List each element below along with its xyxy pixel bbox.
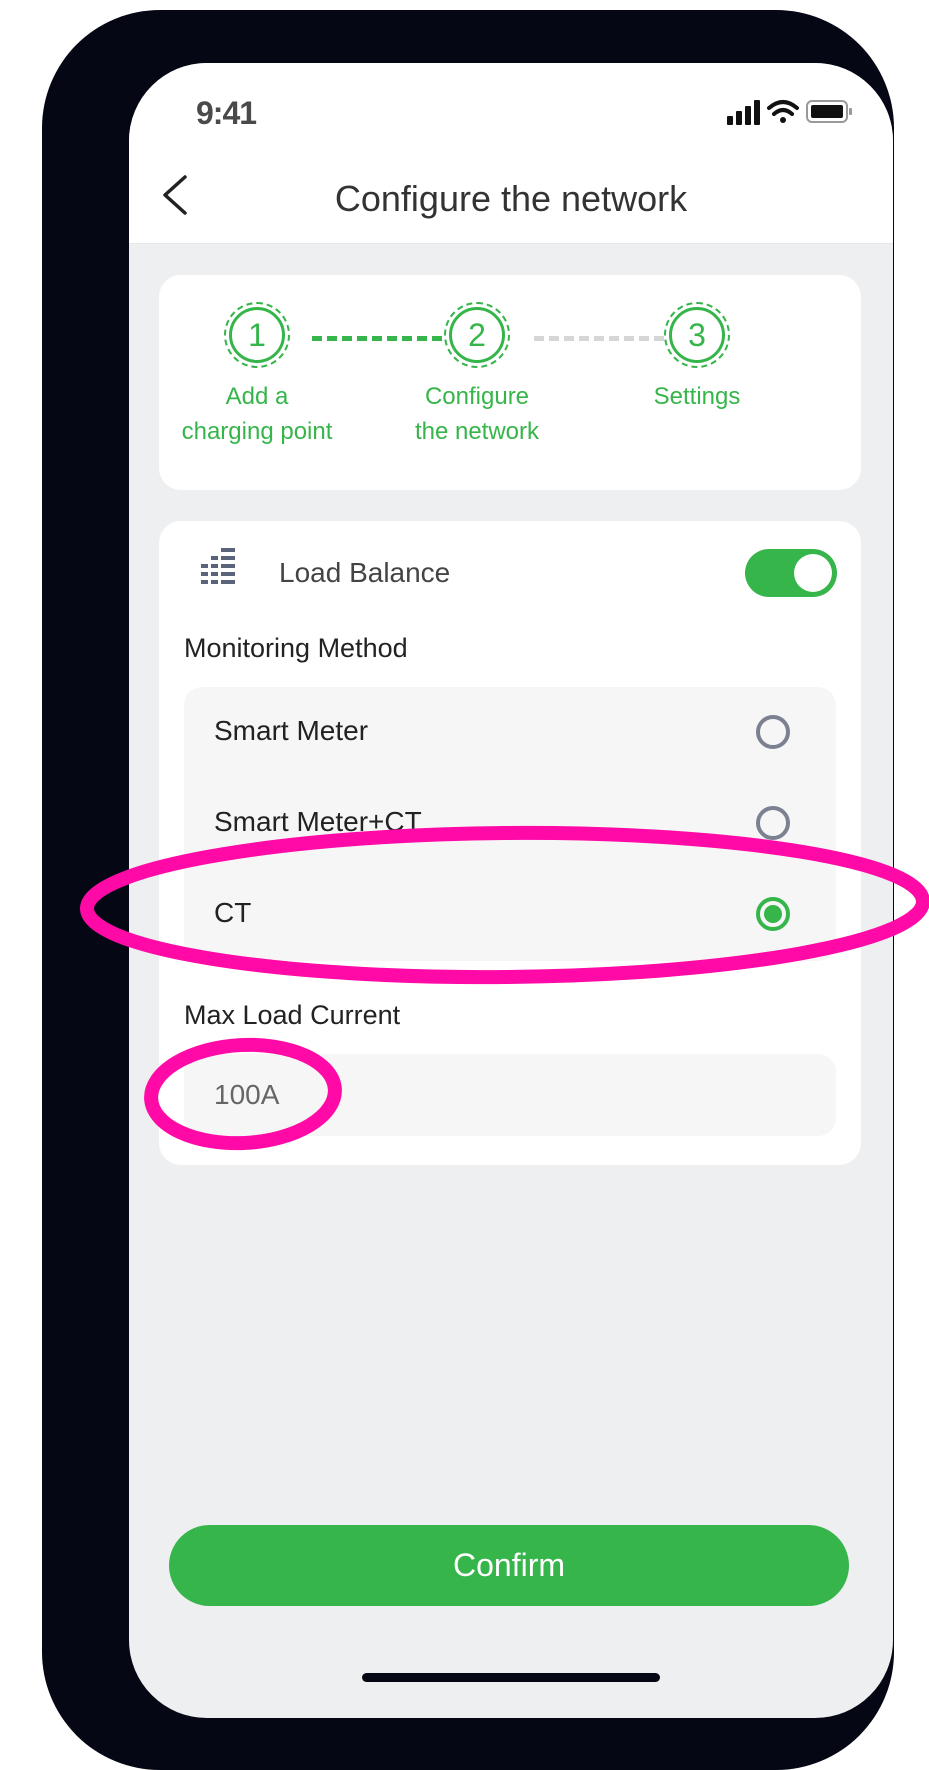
status-time: 9:41 <box>196 95 257 131</box>
option-smart-meter-ct[interactable]: Smart Meter+CT <box>184 778 836 868</box>
option-ct[interactable]: CT <box>184 869 836 959</box>
step-1-label: Add a charging point <box>147 379 367 449</box>
option-label: Smart Meter+CT <box>214 806 422 837</box>
step-2-label-line1: Configure <box>424 383 530 410</box>
phone-frame: 9:41 Configure the network 1 2 3 Add a c… <box>42 10 894 1770</box>
load-balance-icon <box>201 548 235 584</box>
step-1-label-line2: charging point <box>181 418 333 445</box>
radio-smart-meter[interactable] <box>756 715 790 749</box>
toggle-knob <box>794 554 832 592</box>
cellular-signal-icon <box>727 100 760 125</box>
load-balance-card: Load Balance Monitoring Method Smart Met… <box>159 521 861 1165</box>
step-1-label-line1: Add a <box>225 383 289 410</box>
monitoring-options: Smart Meter Smart Meter+CT CT <box>184 687 836 961</box>
page-title: Configure the network <box>334 178 688 219</box>
top-bar: 9:41 Configure the network <box>129 63 893 244</box>
step-2-circle: 2 <box>444 302 510 368</box>
option-label: Smart Meter <box>214 715 369 746</box>
step-3-label-line1: Settings <box>653 383 741 410</box>
battery-icon <box>806 100 852 123</box>
step-2-label-line2: the network <box>414 418 540 445</box>
status-icons <box>727 100 852 125</box>
option-label: CT <box>214 897 252 928</box>
app-screen: 9:41 Configure the network 1 2 3 Add a c… <box>129 63 893 1718</box>
max-load-current-input[interactable]: 100A <box>184 1054 836 1136</box>
step-3-circle: 3 <box>664 302 730 368</box>
confirm-button[interactable]: Confirm <box>169 1525 849 1606</box>
wifi-icon <box>767 100 799 123</box>
max-load-current-value: 100A <box>214 1079 280 1110</box>
max-load-current-label: Max Load Current <box>184 1000 401 1030</box>
step-connector-pending <box>534 336 664 341</box>
stepper-card: 1 2 3 Add a charging point Configure the… <box>159 275 861 490</box>
home-indicator <box>362 1673 660 1682</box>
step-3-label: Settings <box>587 379 807 414</box>
step-connector-complete <box>312 336 442 341</box>
monitoring-method-label: Monitoring Method <box>184 633 408 663</box>
load-balance-toggle[interactable] <box>745 549 837 597</box>
radio-ct[interactable] <box>756 897 790 931</box>
option-smart-meter[interactable]: Smart Meter <box>184 687 836 777</box>
step-2-label: Configure the network <box>367 379 587 449</box>
radio-smart-meter-ct[interactable] <box>756 806 790 840</box>
load-balance-label: Load Balance <box>279 557 451 588</box>
step-1-circle: 1 <box>224 302 290 368</box>
